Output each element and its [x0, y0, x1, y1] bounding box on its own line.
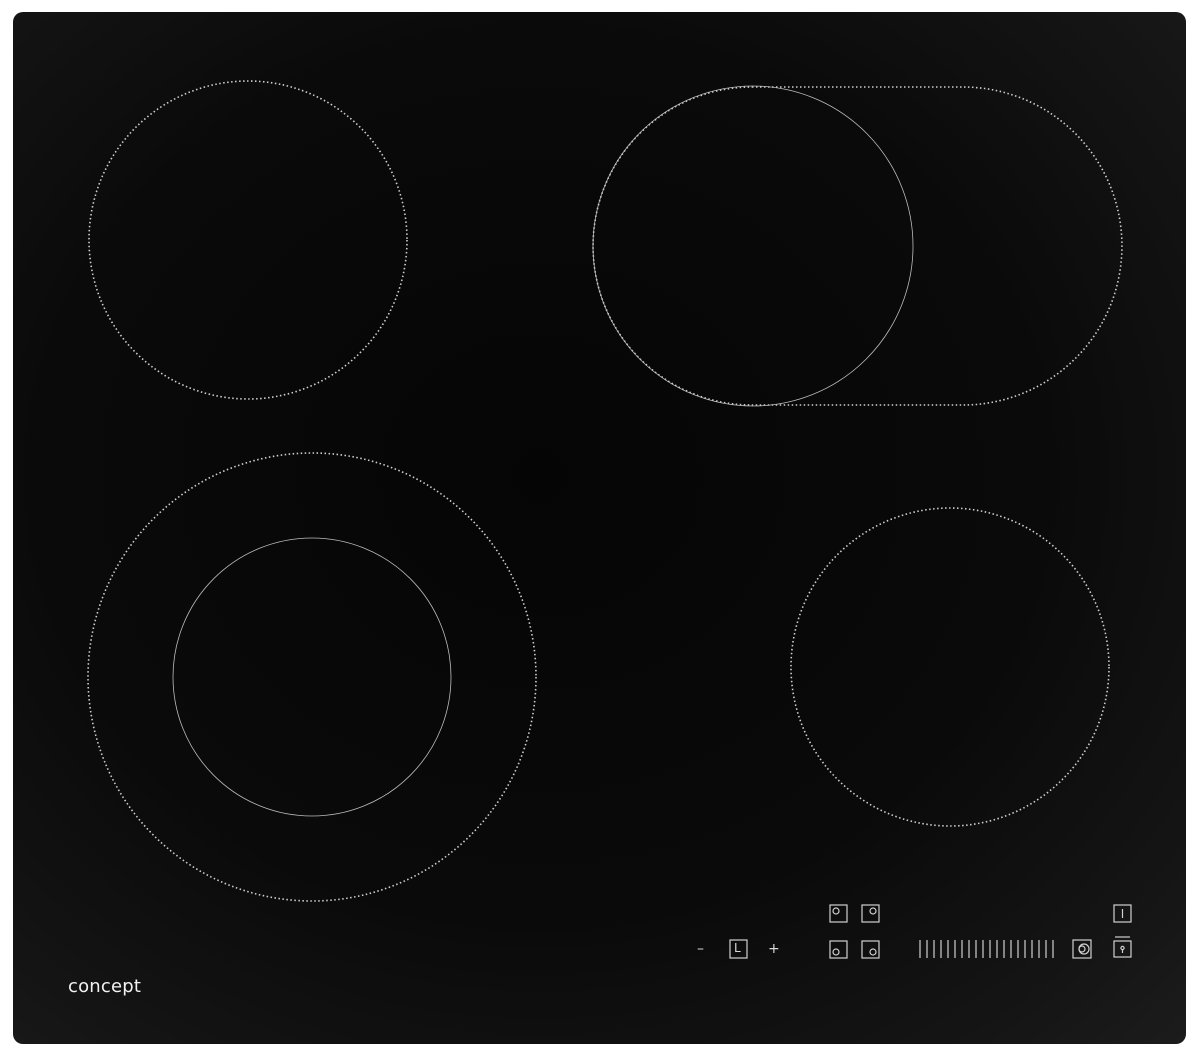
cooking-zones: [87, 80, 1132, 959]
zone-front-right: [790, 507, 1110, 827]
zone-select-front-left-icon[interactable]: [829, 940, 848, 959]
power-icon[interactable]: [1113, 904, 1132, 923]
brand-logo: concept: [68, 976, 142, 997]
zone-select-rear-left-icon[interactable]: [829, 904, 848, 923]
zone-front-left-outer: [87, 452, 537, 902]
zone-rear-left: [88, 80, 408, 400]
lock-icon[interactable]: [1113, 936, 1132, 958]
zone-rear-right-inner: [592, 85, 914, 407]
zone-front-left-inner: [172, 537, 452, 817]
zone-select-front-right-icon[interactable]: [861, 940, 880, 959]
zone-rear-right-extended: [592, 86, 1123, 406]
power-slider-icon[interactable]: [919, 940, 1054, 958]
minus-button[interactable]: –: [697, 940, 704, 958]
plus-button[interactable]: +: [768, 940, 780, 958]
timer-icon-label: L: [734, 941, 741, 955]
dual-zone-icon[interactable]: [1072, 939, 1092, 959]
zone-select-rear-right-icon[interactable]: [861, 904, 880, 923]
